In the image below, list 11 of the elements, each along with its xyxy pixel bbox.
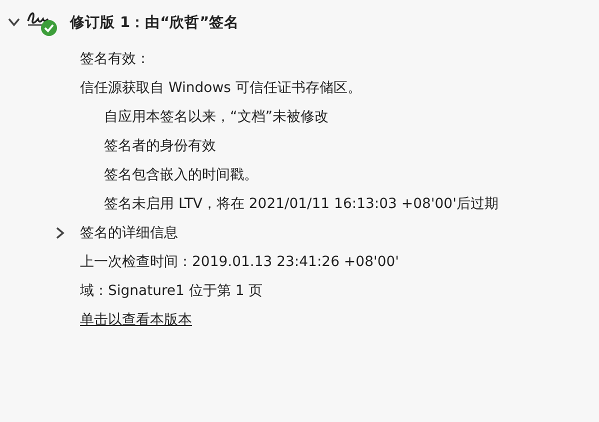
view-version-link[interactable]: 单击以查看本版本 bbox=[80, 310, 192, 328]
info-text: 签名者的身份有效 bbox=[104, 136, 216, 154]
info-text: 签名有效： bbox=[80, 50, 150, 68]
info-text: 上一次检查时间：2019.01.13 23:41:26 +08'00' bbox=[80, 252, 399, 270]
signature-title: 修订版 1：由“欣哲”签名 bbox=[70, 14, 240, 32]
info-text: 域：Signature1 位于第 1 页 bbox=[80, 282, 263, 300]
info-text: 自应用本签名以来，“文档”未被修改 bbox=[104, 108, 329, 126]
details-label[interactable]: 签名的详细信息 bbox=[80, 224, 178, 242]
info-text: 信任源获取自 Windows 可信任证书存储区。 bbox=[80, 78, 362, 96]
info-text: 签名包含嵌入的时间戳。 bbox=[104, 166, 258, 184]
info-text: 签名未启用 LTV，将在 2021/01/11 16:13:03 +08'00'后过期 bbox=[104, 194, 498, 212]
